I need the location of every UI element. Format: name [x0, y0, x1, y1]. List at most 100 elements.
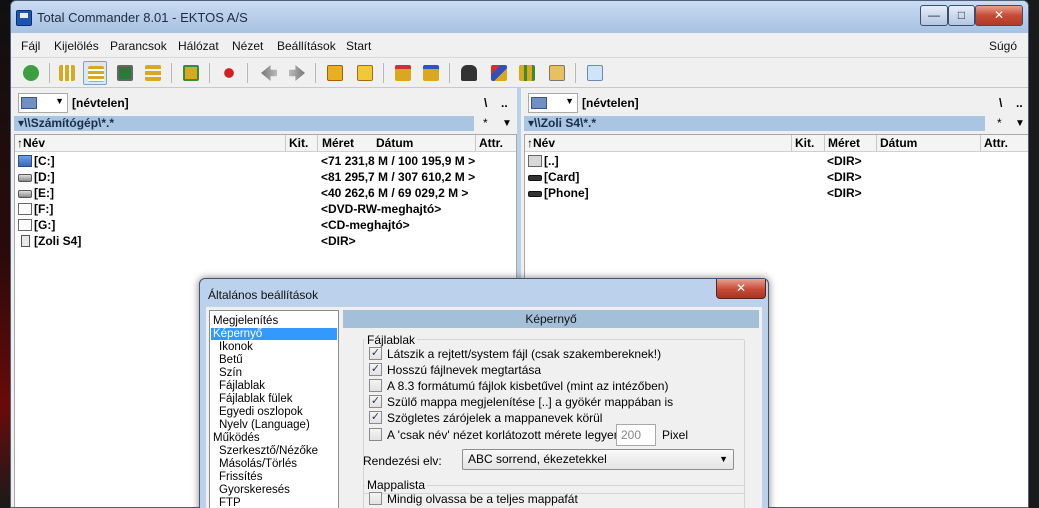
- list-item[interactable]: [Card] <DIR>: [525, 169, 1028, 185]
- right-up-button[interactable]: ..: [1016, 96, 1023, 110]
- menu-commands[interactable]: Parancsok: [110, 39, 167, 53]
- nav-item-icons[interactable]: Ikonok: [219, 341, 253, 353]
- sync-dirs-icon[interactable]: [179, 61, 203, 85]
- checkbox[interactable]: ✓: [369, 347, 382, 360]
- right-path-bar[interactable]: ▾\\Zoli S4\*.*: [524, 116, 985, 131]
- list-item[interactable]: [Zoli S4] <DIR>: [15, 233, 516, 249]
- menu-help[interactable]: Súgó: [989, 39, 1017, 53]
- nav-item-custom-columns[interactable]: Egyedi oszlopok: [219, 406, 303, 418]
- nav-item-editor-viewer[interactable]: Szerkesztő/Nézőke: [219, 445, 318, 457]
- list-item[interactable]: [..] <DIR>: [525, 153, 1028, 169]
- nav-item-copy-delete[interactable]: Másolás/Törlés: [219, 458, 297, 470]
- minimize-button[interactable]: —: [920, 5, 948, 26]
- pixel-width-input[interactable]: 200: [616, 424, 656, 446]
- nav-item-display[interactable]: Megjelenítés: [213, 315, 278, 327]
- mark-icon[interactable]: [217, 61, 241, 85]
- column-divider: [980, 135, 981, 151]
- list-item[interactable]: [E:] <40 262,6 M / 69 029,2 M >: [15, 185, 516, 201]
- list-item[interactable]: [F:] <DVD-RW-meghajtó>: [15, 201, 516, 217]
- list-item[interactable]: [D:] <81 295,7 M / 307 610,2 M >: [15, 169, 516, 185]
- nav-item-operation[interactable]: Működés: [213, 432, 260, 444]
- close-button[interactable]: ✕: [975, 5, 1023, 26]
- right-filter-dropdown-icon[interactable]: ▼: [1015, 116, 1025, 131]
- title-bar[interactable]: Total Commander 8.01 - EKTOS A/S — □ ✕: [11, 1, 1028, 33]
- column-date[interactable]: Dátum: [880, 136, 917, 150]
- column-size[interactable]: Méret: [322, 136, 354, 150]
- forward-icon[interactable]: [285, 61, 309, 85]
- checkbox-label: A 8.3 formátumú fájlok kisbetűvel (mint …: [387, 379, 669, 393]
- menu-start[interactable]: Start: [346, 39, 371, 53]
- settings-nav-tree[interactable]: Megjelenítés Képernyő Ikonok Betű Szín F…: [209, 310, 339, 508]
- rename-icon[interactable]: [487, 61, 511, 85]
- compare-icon[interactable]: [515, 61, 539, 85]
- nav-item-refresh[interactable]: Frissítés: [219, 471, 262, 483]
- search-icon[interactable]: [457, 61, 481, 85]
- nav-item-language[interactable]: Nyelv (Language): [219, 419, 310, 431]
- menu-net[interactable]: Hálózat: [178, 39, 219, 53]
- back-icon[interactable]: [257, 61, 281, 85]
- file-name: [..]: [544, 154, 559, 168]
- file-size: <71 231,8 M / 100 195,9 M >: [321, 154, 476, 168]
- right-volume-label: [névtelen]: [582, 96, 639, 110]
- menu-mark[interactable]: Kijelölés: [54, 39, 99, 53]
- column-date[interactable]: Dátum: [376, 136, 413, 150]
- brief-view-icon[interactable]: [55, 61, 79, 85]
- nav-item-color[interactable]: Szín: [219, 367, 242, 379]
- app-floppy-icon[interactable]: [16, 10, 32, 26]
- left-drive-bar: ▼ [névtelen] \ ..: [14, 93, 520, 113]
- left-volume-label: [névtelen]: [72, 96, 129, 110]
- url-icon[interactable]: [419, 61, 443, 85]
- right-root-button[interactable]: \: [999, 96, 1002, 110]
- nav-item-screen[interactable]: Képernyő: [211, 328, 337, 340]
- ftp-icon[interactable]: [391, 61, 415, 85]
- sort-method-select[interactable]: ABC sorrend, ékezetekkel ▼: [462, 449, 734, 470]
- right-drive-select[interactable]: ▼: [528, 93, 578, 113]
- column-attr[interactable]: Attr.: [984, 136, 1008, 150]
- column-ext[interactable]: Kit.: [289, 136, 308, 150]
- left-up-button[interactable]: ..: [501, 96, 508, 110]
- toolbar-separator: [247, 63, 248, 83]
- left-path-bar[interactable]: ▾\\Számítógép\*.*: [14, 116, 474, 131]
- checkbox[interactable]: [369, 428, 382, 441]
- left-filter[interactable]: *: [483, 116, 488, 131]
- nav-item-file-panel[interactable]: Fájlablak: [219, 380, 265, 392]
- column-ext[interactable]: Kit.: [795, 136, 814, 150]
- maximize-button[interactable]: □: [948, 5, 975, 26]
- pack-icon[interactable]: [323, 61, 347, 85]
- nav-item-tabs[interactable]: Fájlablak fülek: [219, 393, 293, 405]
- left-filter-dropdown-icon[interactable]: ▼: [502, 116, 512, 131]
- full-view-icon[interactable]: [83, 61, 107, 85]
- left-root-button[interactable]: \: [484, 96, 487, 110]
- checkbox[interactable]: [369, 492, 382, 505]
- right-filter[interactable]: *: [997, 116, 1002, 131]
- list-item[interactable]: [C:] <71 231,8 M / 100 195,9 M >: [15, 153, 516, 169]
- toolbar-separator: [171, 63, 172, 83]
- menu-file[interactable]: Fájl: [21, 39, 40, 53]
- checkbox[interactable]: ✓: [369, 395, 382, 408]
- copy-names-icon[interactable]: [545, 61, 569, 85]
- checkbox[interactable]: ✓: [369, 363, 382, 376]
- notepad-icon[interactable]: [583, 61, 607, 85]
- menu-show[interactable]: Nézet: [232, 39, 263, 53]
- dialog-close-button[interactable]: ✕: [716, 279, 766, 299]
- column-attr[interactable]: Attr.: [479, 136, 503, 150]
- toolbar-separator: [575, 63, 576, 83]
- column-name[interactable]: ↑Név: [527, 136, 555, 150]
- left-drive-select[interactable]: ▼: [18, 93, 68, 113]
- column-name[interactable]: ↑Név: [17, 136, 45, 150]
- toolbar-separator: [449, 63, 450, 83]
- checkbox[interactable]: ✓: [369, 411, 382, 424]
- menu-bar: Fájl Kijelölés Parancsok Hálózat Nézet B…: [11, 33, 1028, 58]
- tree-view-icon[interactable]: [141, 61, 165, 85]
- nav-item-quick-search[interactable]: Gyorskeresés: [219, 484, 290, 496]
- checkbox[interactable]: [369, 379, 382, 392]
- column-size[interactable]: Méret: [828, 136, 860, 150]
- list-item[interactable]: [G:] <CD-meghajtó>: [15, 217, 516, 233]
- refresh-icon[interactable]: [19, 61, 43, 85]
- nav-item-font[interactable]: Betű: [219, 354, 243, 366]
- menu-configuration[interactable]: Beállítások: [277, 39, 336, 53]
- nav-item-ftp[interactable]: FTP: [219, 497, 241, 508]
- list-item[interactable]: [Phone] <DIR>: [525, 185, 1028, 201]
- thumbnail-icon[interactable]: [113, 61, 137, 85]
- unpack-icon[interactable]: [353, 61, 377, 85]
